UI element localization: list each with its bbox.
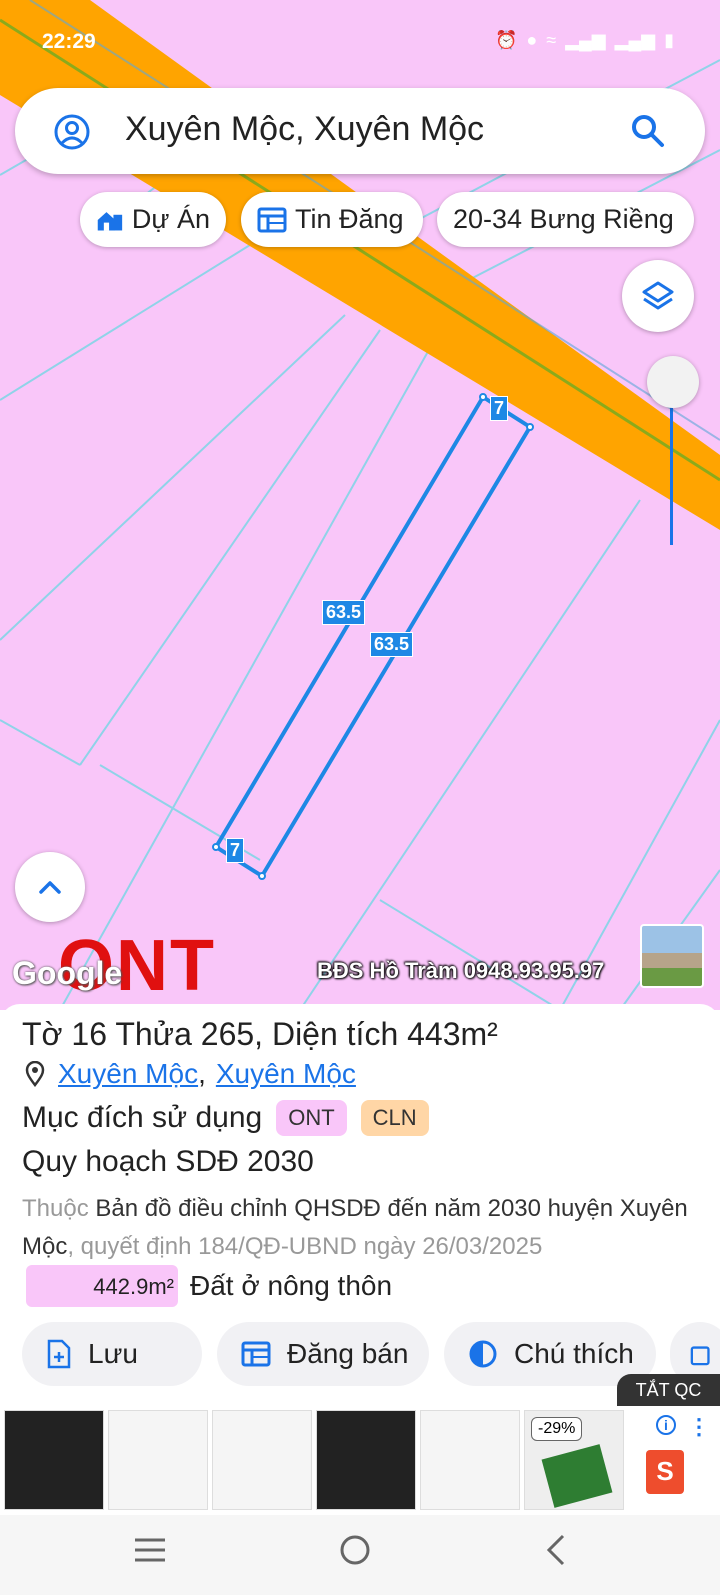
battery-icon: ▮ [664,30,674,50]
edge-label-bottom: 7 [226,838,245,863]
chip-tin-dang[interactable]: Tin Đăng [241,192,423,247]
parcel-title: Tờ 16 Thửa 265, Diện tích 443m² [22,1016,498,1052]
ad-more-icon[interactable]: ⋮ [688,1414,710,1440]
chip-tin-dang-label: Tin Đăng [295,204,404,234]
close-ad-button[interactable]: TẮT QC [617,1374,720,1406]
listing-icon [257,207,287,232]
zoom-slider-knob[interactable] [647,356,699,408]
alarm-icon: ⏰ [495,30,518,50]
chip-address[interactable]: 20-34 Bưng Riềng [437,192,694,247]
chevron-up-icon [39,881,61,894]
area-description: Đất ở nông thôn [190,1270,393,1301]
save-label: Lưu [88,1338,138,1369]
edge-label-top: 7 [490,396,509,421]
status-icons: ⏰ ● ≈ ▂▄▆ ▂▄▆ ▮ [495,30,674,51]
recent-apps-icon[interactable] [133,1535,167,1565]
account-icon[interactable] [53,113,91,151]
location-link-1[interactable]: Xuyên Mộc [58,1058,198,1090]
purpose-row: Mục đích sử dụng ONT CLN [22,1100,429,1136]
status-time: 22:29 [42,30,96,53]
chip-du-an-label: Dự Án [131,204,210,234]
plan-prefix: Thuộc [22,1195,89,1222]
map-view[interactable]: 22:29 ⏰ ● ≈ ▂▄▆ ▂▄▆ ▮ Xuyên Mộc, Xuyên M… [0,0,720,1010]
area-value: 442.9m² [26,1265,178,1307]
ad-info-icon[interactable]: i [656,1415,676,1435]
home-building-icon [97,211,123,230]
ad-thumb-4[interactable] [316,1410,416,1510]
purpose-label: Mục đích sử dụng [22,1101,263,1134]
signal-icon-2: ▂▄▆ [614,30,656,50]
location-row: Xuyên Mộc , Xuyên Mộc [24,1058,356,1090]
circuit-board-image [541,1444,613,1508]
ad-thumb-2[interactable] [108,1410,208,1510]
home-icon[interactable] [338,1533,372,1567]
search-bar[interactable]: Xuyên Mộc, Xuyên Mộc [15,88,705,174]
plan-description: Thuộc Bản đồ điều chỉnh QHSDĐ đến năm 20… [22,1190,702,1266]
search-icon[interactable] [629,112,667,150]
post-sale-label: Đăng bán [287,1338,409,1369]
legend-label: Chú thích [514,1338,634,1369]
chip-address-label: 20-34 Bưng Riềng [453,204,674,234]
expand-up-button[interactable] [15,852,85,922]
plan-title: Quy hoạch SDĐ 2030 [22,1145,314,1178]
chip-du-an[interactable]: Dự Án [80,192,226,247]
post-sale-button[interactable]: Đăng bán [217,1322,429,1386]
contrast-icon [469,1340,497,1368]
location-icon: ● [526,30,538,50]
edge-label-right: 63.5 [370,632,414,657]
signal-icon: ▂▄▆ [565,30,606,50]
ad-discount-badge: -29% [531,1417,583,1441]
plan-decision: , quyết định 184/QĐ-UBND ngày 26/03/2025 [67,1233,543,1260]
shopee-bag-icon: S [646,1450,684,1494]
layers-button[interactable] [622,260,694,332]
ad-thumb-3[interactable] [212,1410,312,1510]
watermark-text: BĐS Hồ Tràm 0948.93.95.97 [317,958,605,983]
wifi-icon: ≈ [546,30,557,50]
layers-icon [642,281,674,310]
add-file-icon [47,1339,71,1369]
shopee-ad-slot[interactable]: i ⋮ S [628,1410,720,1510]
location-pin-icon [25,1061,45,1087]
tag-ont[interactable]: ONT [276,1100,347,1136]
location-separator: , [198,1058,206,1089]
back-icon[interactable] [544,1533,568,1567]
tag-cln[interactable]: CLN [360,1100,429,1136]
ad-thumb-1[interactable] [4,1410,104,1510]
area-row: 442.9m² Đất ở nông thôn [26,1265,392,1307]
system-nav-bar [0,1515,720,1595]
location-link-2[interactable]: Xuyên Mộc [216,1058,356,1090]
listing-icon [241,1341,271,1367]
ad-thumb-5[interactable] [420,1410,520,1510]
ad-thumb-6[interactable]: -29% [524,1410,624,1510]
save-button[interactable]: Lưu [22,1322,202,1386]
edge-label-left: 63.5 [322,600,366,625]
google-logo: Google [12,955,123,991]
photo-thumbnail[interactable] [640,924,704,988]
search-query[interactable]: Xuyên Mộc, Xuyên Mộc [125,110,484,149]
add-photo-icon [690,1346,710,1366]
